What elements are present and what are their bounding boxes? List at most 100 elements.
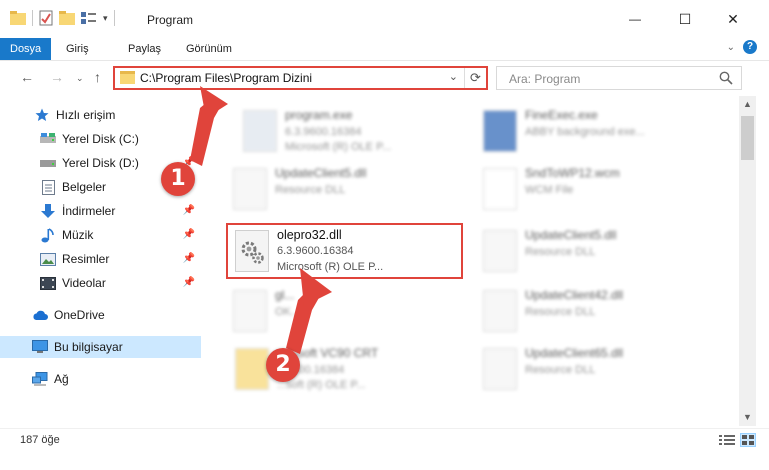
recent-locations-icon[interactable]: ⌄ [76,73,84,84]
title-bar: ▾ Program — ☐ ✕ [0,0,769,38]
file-name: UpdateClient42.dll [525,288,624,302]
qat-dropdown-icon[interactable]: ▾ [103,13,108,24]
file-detail: ABBY background exe... [525,126,645,138]
sidebar-item-label: Yerel Disk (D:) [62,156,139,170]
file-detail: OK... [275,306,301,318]
navigation-bar: ← → ⌄ ↑ C:\Program Files\Program Dizini … [0,60,769,94]
chevron-down-icon[interactable]: ⌄ [449,70,458,83]
toolbar-divider [32,10,33,26]
exe-icon [243,110,277,152]
up-arrow-icon[interactable]: ↑ [94,69,101,85]
file-item-updateclient5-dll[interactable]: UpdateClient5.dll Resource DLL [475,224,705,282]
new-folder-icon[interactable] [59,11,75,25]
sidebar-item-this-pc[interactable]: Bu bilgisayar [0,336,201,358]
dll-icon [233,290,267,332]
file-item-updateclient65-dll[interactable]: UpdateClient65.dll Resource DLL [475,342,705,400]
tab-paylas[interactable]: Paylaş [128,38,161,60]
cloud-icon [32,307,48,323]
sidebar-item-videos[interactable]: Videolar 📌 [0,272,201,294]
pin-icon[interactable]: 📌 [183,229,195,240]
music-icon [40,227,56,243]
file-item-updateclient5-dll[interactable]: UpdateClient5.dll Resource DLL [225,162,455,220]
sidebar-item-downloads[interactable]: İndirmeler 📌 [0,200,201,222]
sidebar-item-label: Resimler [62,252,110,266]
pictures-icon [40,251,56,267]
help-icon[interactable]: ? [743,40,757,54]
sidebar-item-quick-access[interactable]: Hızlı erişim [0,104,201,126]
tab-gorunum[interactable]: Görünüm [186,38,232,60]
ribbon-tabs: Dosya Giriş Paylaş Görünüm ⌄ ? [0,38,769,60]
scroll-thumb[interactable] [741,116,754,160]
sidebar-item-onedrive[interactable]: OneDrive [0,304,201,326]
pin-icon[interactable]: 📌 [183,205,195,216]
drive-icon [40,155,56,171]
maximize-button[interactable]: ☐ [670,6,700,32]
file-detail: 6.3.9600.16384 [285,126,362,138]
address-bar[interactable]: C:\Program Files\Program Dizini ⌄ ⟳ [113,66,488,90]
sidebar-item-label: OneDrive [54,308,105,322]
file-name: SndToWP12.wcm [525,166,620,180]
toolbar-divider [113,10,115,26]
file-name: program.exe [285,108,353,122]
address-path[interactable]: C:\Program Files\Program Dizini [140,71,312,85]
star-icon [34,107,50,123]
tab-giris[interactable]: Giriş [66,38,89,60]
navigation-pane: Hızlı erişim Yerel Disk (C:) Yerel Disk … [0,96,201,426]
dll-icon [483,230,517,272]
file-item-updateclient42-dll[interactable]: UpdateClient42.dll Resource DLL [475,284,705,342]
scroll-up-icon[interactable]: ▲ [739,96,756,113]
sidebar-item-network[interactable]: Ağ [0,368,201,390]
status-bar: 187 öğe [0,428,769,452]
properties-icon[interactable] [39,10,53,26]
step-1-callout: 1 [161,162,195,196]
minimize-button[interactable]: — [620,6,650,32]
folder-icon [120,71,135,84]
file-item-fineexec-exe[interactable]: FineExec.exe ABBY background exe... [475,104,705,162]
exe-icon [483,110,517,152]
tab-dosya[interactable]: Dosya [0,38,52,60]
file-item-gl[interactable]: gl... OK... [225,284,455,342]
file-detail: Resource DLL [525,364,596,376]
file-name: UpdateClient5.dll [525,228,617,242]
file-detail: Resource DLL [275,184,346,196]
quick-access-toolbar: ▾ [10,10,115,26]
dll-icon [233,168,267,210]
folder-icon[interactable] [10,11,26,25]
details-view-icon[interactable] [719,434,735,446]
sidebar-item-local-disk-c[interactable]: Yerel Disk (C:) [0,128,201,150]
sidebar-item-label: Yerel Disk (C:) [62,132,139,146]
file-item-program-exe[interactable]: program.exe 6.3.9600.16384 Microsoft (R)… [235,104,465,162]
close-button[interactable]: ✕ [718,6,748,32]
file-item-vc90-crt[interactable]: ...rosoft VC90 CRT ...9600.16384 ...soft… [227,342,457,400]
vertical-scrollbar[interactable]: ▲ ▼ [739,96,756,426]
drive-icon [40,131,56,147]
file-detail: WCM File [525,184,574,196]
file-name: UpdateClient5.dll [275,166,367,180]
pin-icon[interactable]: 📌 [183,253,195,264]
window-title: Program [147,13,194,27]
view-options-icon[interactable] [81,11,97,25]
sidebar-item-label: Bu bilgisayar [54,340,123,354]
search-box[interactable]: Ara: Program [496,66,742,90]
tiles-view-icon[interactable] [740,433,756,447]
search-input[interactable]: Ara: Program [509,72,580,86]
file-detail: Resource DLL [525,246,596,258]
back-arrow-icon[interactable]: ← [20,69,34,85]
expand-ribbon-icon[interactable]: ⌄ [727,42,735,53]
close-icon: ✕ [727,10,739,27]
sidebar-item-music[interactable]: Müzik 📌 [0,224,201,246]
sidebar-item-label: Belgeler [62,180,107,194]
view-toggle [719,433,756,447]
file-item-sndtowp12-wcm[interactable]: SndToWP12.wcm WCM File [475,162,705,220]
ribbon-controls: ⌄ ? [727,40,757,54]
documents-icon [40,179,56,195]
search-icon[interactable] [719,71,733,85]
folder-file-icon [235,348,269,390]
refresh-icon[interactable]: ⟳ [464,68,486,88]
pin-icon[interactable]: 📌 [183,277,195,288]
scroll-down-icon[interactable]: ▼ [739,409,756,426]
dll-icon [483,348,517,390]
forward-arrow-icon[interactable]: → [50,69,64,85]
sidebar-item-pictures[interactable]: Resimler 📌 [0,248,201,270]
maximize-icon: ☐ [678,10,692,27]
